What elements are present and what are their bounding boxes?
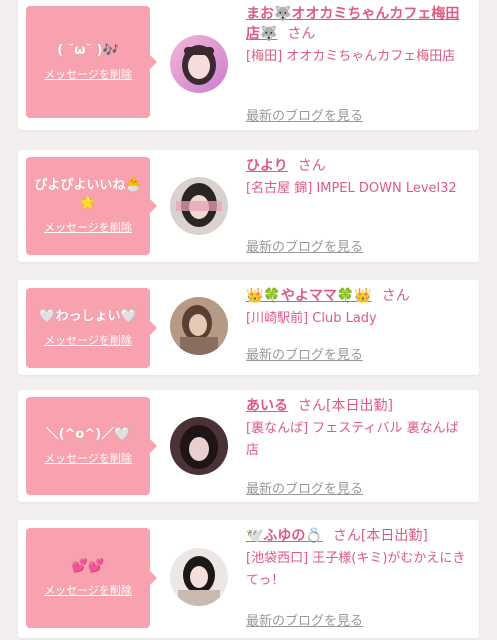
honorific: さん	[287, 26, 316, 42]
delete-message-link[interactable]: メッセージを削除	[44, 582, 132, 598]
message-text: 💕💕	[71, 559, 105, 574]
girl-photo-icon	[170, 417, 228, 475]
member-name-link[interactable]: あいる	[246, 398, 288, 414]
shop-info: [裏なんば] フェスティバル 裏なんば店	[246, 421, 459, 458]
girl-photo-icon	[170, 548, 228, 606]
member-info: まお🐺オオカミちゃんカフェ梅田店🐺 さん [梅田] オオカミちゃんカフェ梅田店	[246, 4, 469, 68]
message-card: ( ˘ω˘ )🎶 メッセージを削除 まお🐺オオカミちゃんカフェ梅田店🐺 さん [梅…	[18, 0, 479, 130]
message-text: ( ˘ω˘ )🎶	[57, 43, 119, 58]
shop-info: [名古屋 錦] IMPEL DOWN Level32	[246, 181, 457, 196]
member-info: 👑🍀やよママ🍀👑 さん [川崎駅前] Club Lady	[246, 286, 469, 330]
avatar[interactable]	[170, 35, 228, 93]
girl-photo-icon	[170, 35, 228, 93]
avatar[interactable]	[170, 177, 228, 235]
latest-blog-link[interactable]: 最新のブログを見る	[246, 344, 363, 363]
avatar[interactable]	[170, 297, 228, 355]
attendance-status: [本日出勤]	[360, 528, 428, 544]
shop-info: [梅田] オオカミちゃんカフェ梅田店	[246, 49, 456, 64]
message-card: 💕💕 メッセージを削除 🕊️ふゆの💍 さん[本日出勤] [池袋西口] 王子様(キミ…	[18, 520, 479, 638]
message-bubble: 💕💕 メッセージを削除	[26, 528, 157, 628]
message-card: ぴよぴよいいね🐣🌟 メッセージを削除 ひより さん [名古屋 錦] IMPEL D…	[18, 150, 479, 262]
member-name-link[interactable]: 👑🍀やよママ🍀👑	[246, 288, 372, 304]
message-bubble: ぴよぴよいいね🐣🌟 メッセージを削除	[26, 157, 157, 255]
avatar[interactable]	[170, 548, 228, 606]
delete-message-link[interactable]: メッセージを削除	[44, 450, 132, 466]
honorific: さん	[332, 528, 361, 544]
message-bubble: 🤍わっしょい🤍 メッセージを削除	[26, 288, 157, 368]
message-text: ぴよぴよいいね🐣🌟	[34, 178, 142, 211]
member-info: 🕊️ふゆの💍 さん[本日出勤] [池袋西口] 王子様(キミ)がむかえにきてっ！	[246, 526, 469, 592]
member-info: あいる さん[本日出勤] [裏なんば] フェスティバル 裏なんば店	[246, 396, 469, 462]
message-bubble: ＼(^o^)／🤍 メッセージを削除	[26, 397, 157, 495]
shop-info: [池袋西口] 王子様(キミ)がむかえにきてっ！	[246, 551, 466, 588]
message-card: 🤍わっしょい🤍 メッセージを削除 👑🍀やよママ🍀👑 さん [川崎駅前] Club …	[18, 280, 479, 375]
honorific: さん	[381, 288, 410, 304]
message-bubble: ( ˘ω˘ )🎶 メッセージを削除	[26, 6, 157, 118]
honorific: さん	[298, 398, 326, 414]
message-card: ＼(^o^)／🤍 メッセージを削除 あいる さん[本日出勤] [裏なんば] フェス…	[18, 390, 479, 502]
girl-photo-icon	[170, 177, 228, 235]
latest-blog-link[interactable]: 最新のブログを見る	[246, 610, 363, 629]
honorific: さん	[297, 158, 326, 174]
latest-blog-link[interactable]: 最新のブログを見る	[246, 236, 363, 255]
member-info: ひより さん [名古屋 錦] IMPEL DOWN Level32	[246, 156, 469, 200]
latest-blog-link[interactable]: 最新のブログを見る	[246, 478, 363, 497]
message-list: ( ˘ω˘ )🎶 メッセージを削除 まお🐺オオカミちゃんカフェ梅田店🐺 さん [梅…	[0, 0, 497, 640]
avatar[interactable]	[170, 417, 228, 475]
attendance-status: [本日出勤]	[326, 398, 393, 414]
shop-info: [川崎駅前] Club Lady	[246, 311, 377, 326]
member-name-link[interactable]: 🕊️ふゆの💍	[246, 528, 323, 544]
message-text: ＼(^o^)／🤍	[45, 427, 131, 442]
delete-message-link[interactable]: メッセージを削除	[44, 66, 132, 82]
latest-blog-link[interactable]: 最新のブログを見る	[246, 105, 363, 124]
member-name-link[interactable]: まお🐺オオカミちゃんカフェ梅田店🐺	[246, 6, 459, 42]
message-text: 🤍わっしょい🤍	[39, 309, 137, 324]
delete-message-link[interactable]: メッセージを削除	[44, 332, 132, 348]
girl-photo-icon	[170, 297, 228, 355]
delete-message-link[interactable]: メッセージを削除	[44, 219, 132, 235]
member-name-link[interactable]: ひより	[246, 158, 288, 174]
